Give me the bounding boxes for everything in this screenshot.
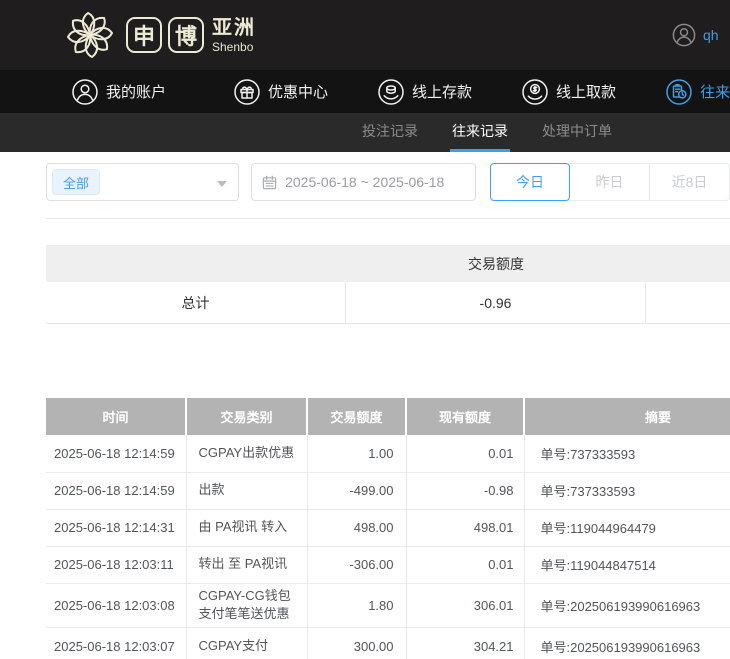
table-row: 2025-06-18 12:14:59CGPAY出款优惠1.000.01单号:7… bbox=[46, 435, 730, 472]
cell-note: 单号:202506193990616963 bbox=[524, 583, 730, 628]
nav-label: 往来记录 bbox=[700, 81, 730, 102]
summary-empty-cell bbox=[646, 282, 730, 323]
logo-region-text: 亚洲 bbox=[212, 18, 256, 38]
cell-type: CGPAY出款优惠 bbox=[186, 435, 307, 472]
page: 申 博 亚洲 Shenbo qh 我的账户 bbox=[0, 0, 730, 659]
cell-time: 2025-06-18 12:14:31 bbox=[46, 509, 186, 546]
nav-item-promotions[interactable]: 优惠中心 bbox=[234, 79, 328, 105]
cell-balance: 0.01 bbox=[406, 435, 524, 472]
cell-balance: 304.21 bbox=[406, 628, 524, 659]
tab-transaction-records[interactable]: 往来记录 bbox=[450, 113, 510, 152]
nav-label: 我的账户 bbox=[106, 81, 166, 102]
main-nav: 我的账户 优惠中心 线上存款 bbox=[0, 70, 730, 113]
section-divider bbox=[46, 218, 730, 219]
cell-amount: -306.00 bbox=[307, 546, 406, 583]
nav-item-withdraw[interactable]: 线上取款 bbox=[522, 79, 616, 105]
table-row: 2025-06-18 12:03:11转出 至 PA视讯-306.000.01单… bbox=[46, 546, 730, 583]
cell-type: CGPAY支付 bbox=[186, 628, 307, 659]
cell-note: 单号:119044964479 bbox=[524, 509, 730, 546]
avatar-icon bbox=[672, 23, 696, 47]
selected-category-tag[interactable]: 全部 bbox=[52, 169, 100, 195]
gift-icon bbox=[234, 79, 260, 105]
cell-balance: 0.01 bbox=[406, 546, 524, 583]
table-header: 时间 交易类别 交易额度 现有额度 摘要 bbox=[46, 398, 730, 435]
calendar-icon bbox=[262, 175, 277, 190]
user-account[interactable]: qh bbox=[672, 0, 719, 70]
quick-date-buttons: 今日 昨日 近8日 bbox=[490, 163, 730, 201]
cell-note: 单号:737333593 bbox=[524, 472, 730, 509]
cell-type: 出款 bbox=[186, 472, 307, 509]
table-row: 2025-06-18 12:03:08CGPAY-CG钱包支付笔笔送优惠1.80… bbox=[46, 583, 730, 628]
record-tabs: 投注记录 往来记录 处理中订单 bbox=[0, 113, 730, 152]
cell-note: 单号:119044847514 bbox=[524, 546, 730, 583]
cell-balance: 306.01 bbox=[406, 583, 524, 628]
date-range-text: 2025-06-18 ~ 2025-06-18 bbox=[285, 174, 444, 190]
chevron-down-icon bbox=[217, 181, 227, 187]
nav-item-my-account[interactable]: 我的账户 bbox=[72, 79, 166, 105]
logo-region-block: 亚洲 Shenbo bbox=[212, 18, 256, 53]
col-header-amount: 交易额度 bbox=[307, 398, 406, 435]
summary-total-row: 总计 -0.96 bbox=[46, 282, 730, 324]
table-row: 2025-06-18 12:03:07CGPAY支付300.00304.21单号… bbox=[46, 628, 730, 659]
col-header-type: 交易类别 bbox=[186, 398, 307, 435]
logo-char-shen: 申 bbox=[126, 17, 162, 53]
col-header-balance: 现有额度 bbox=[406, 398, 524, 435]
nav-item-deposit[interactable]: 线上存款 bbox=[378, 79, 472, 105]
username-text: qh bbox=[703, 27, 719, 43]
date-range-input[interactable]: 2025-06-18 ~ 2025-06-18 bbox=[251, 163, 476, 201]
deposit-coins-icon bbox=[378, 79, 404, 105]
summary-table: 交易额度 总计 -0.96 bbox=[46, 245, 730, 324]
cell-amount: -499.00 bbox=[307, 472, 406, 509]
table-body: 2025-06-18 12:14:59CGPAY出款优惠1.000.01单号:7… bbox=[46, 435, 730, 659]
withdraw-money-icon bbox=[522, 79, 548, 105]
cell-amount: 1.00 bbox=[307, 435, 406, 472]
cell-note: 单号:202506193990616963 bbox=[524, 628, 730, 659]
cell-time: 2025-06-18 12:03:11 bbox=[46, 546, 186, 583]
cell-type: 转出 至 PA视讯 bbox=[186, 546, 307, 583]
transactions-table: 时间 交易类别 交易额度 现有额度 摘要 2025-06-18 12:14:59… bbox=[46, 398, 730, 659]
table-header-row: 时间 交易类别 交易额度 现有额度 摘要 bbox=[46, 398, 730, 435]
summary-total-label: 总计 bbox=[46, 282, 346, 323]
cell-time: 2025-06-18 12:14:59 bbox=[46, 472, 186, 509]
top-header: 申 博 亚洲 Shenbo qh bbox=[0, 0, 730, 70]
yesterday-button[interactable]: 昨日 bbox=[570, 163, 650, 201]
cell-time: 2025-06-18 12:14:59 bbox=[46, 435, 186, 472]
cell-amount: 498.00 bbox=[307, 509, 406, 546]
summary-header-title: 交易额度 bbox=[346, 254, 646, 274]
nav-label: 线上存款 bbox=[412, 81, 472, 102]
user-circle-icon bbox=[72, 79, 98, 105]
cell-type: CGPAY-CG钱包支付笔笔送优惠 bbox=[186, 583, 307, 628]
cell-note: 单号:737333593 bbox=[524, 435, 730, 472]
cell-balance: -0.98 bbox=[406, 472, 524, 509]
table-row: 2025-06-18 12:14:31由 PA视讯 转入498.00498.01… bbox=[46, 509, 730, 546]
nav-label: 优惠中心 bbox=[268, 81, 328, 102]
today-button[interactable]: 今日 bbox=[490, 163, 570, 201]
cell-time: 2025-06-18 12:03:08 bbox=[46, 583, 186, 628]
category-select[interactable]: 全部 bbox=[46, 163, 239, 201]
records-clock-icon bbox=[666, 79, 692, 105]
logo-char-bo: 博 bbox=[168, 17, 204, 53]
cell-type: 由 PA视讯 转入 bbox=[186, 509, 307, 546]
filter-bar: 全部 2025-06-18 ~ 2025-06-18 今日 昨日 近8日 bbox=[46, 163, 730, 201]
cell-amount: 300.00 bbox=[307, 628, 406, 659]
cell-time: 2025-06-18 12:03:07 bbox=[46, 628, 186, 659]
brand-logo: 申 博 亚洲 Shenbo bbox=[64, 9, 256, 61]
cell-amount: 1.80 bbox=[307, 583, 406, 628]
summary-header-row: 交易额度 bbox=[46, 245, 730, 282]
lotus-flower-icon bbox=[64, 9, 116, 61]
last-8-days-button[interactable]: 近8日 bbox=[650, 163, 730, 201]
cell-balance: 498.01 bbox=[406, 509, 524, 546]
nav-label: 线上取款 bbox=[556, 81, 616, 102]
nav-item-records[interactable]: 往来记录 bbox=[666, 79, 730, 105]
col-header-note: 摘要 bbox=[524, 398, 730, 435]
table-row: 2025-06-18 12:14:59出款-499.00-0.98单号:7373… bbox=[46, 472, 730, 509]
col-header-time: 时间 bbox=[46, 398, 186, 435]
tab-betting-records[interactable]: 投注记录 bbox=[360, 113, 420, 152]
summary-total-value: -0.96 bbox=[346, 282, 646, 323]
tab-pending-orders[interactable]: 处理中订单 bbox=[540, 113, 614, 152]
logo-subtitle: Shenbo bbox=[212, 41, 256, 53]
